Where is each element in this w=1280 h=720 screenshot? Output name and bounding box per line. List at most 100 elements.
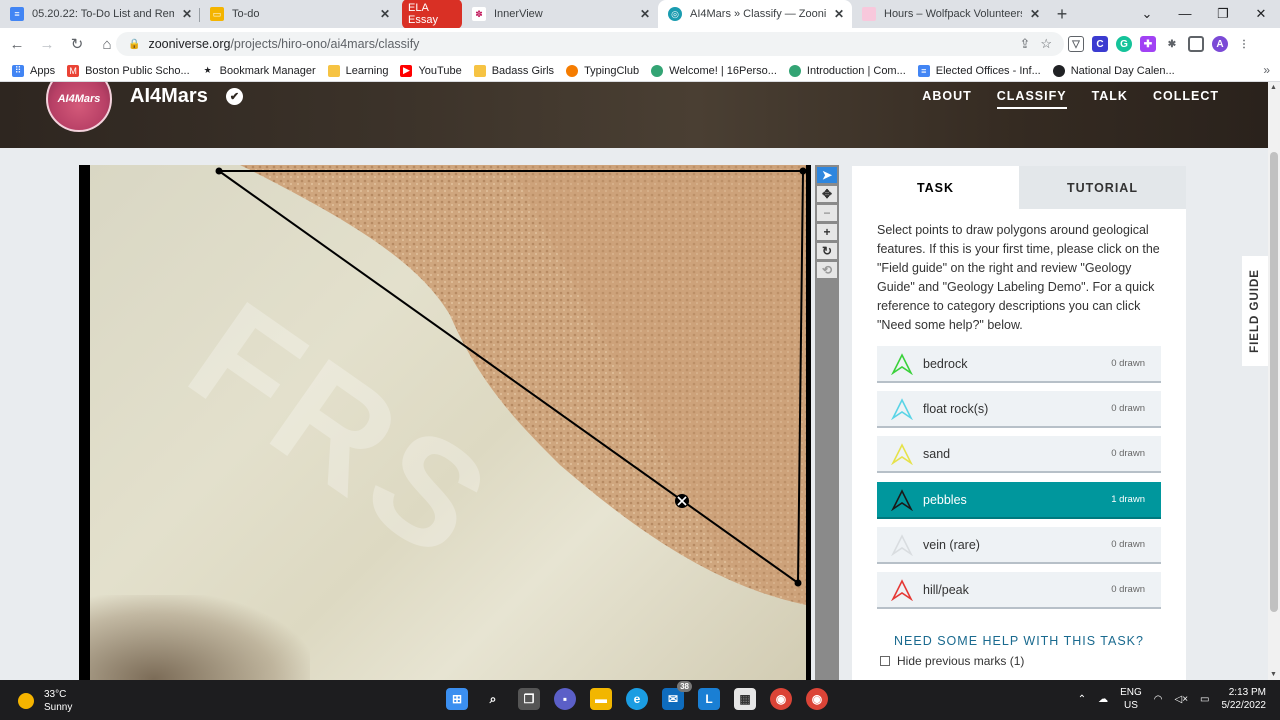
zoom-in-icon[interactable]: +	[817, 224, 837, 240]
bookmark-learning[interactable]: Learning	[327, 64, 388, 77]
search-icon[interactable]: ⌕	[482, 688, 504, 710]
subject-viewer[interactable]: FRS	[79, 165, 811, 680]
tool-hill-peak[interactable]: hill/peak 0 drawn	[877, 572, 1161, 609]
pointer-icon[interactable]: ➤	[817, 167, 837, 183]
folder-icon	[327, 64, 340, 77]
close-tab-icon[interactable]: ✕	[640, 7, 650, 21]
reload-icon[interactable]: ↻	[64, 35, 90, 53]
clock[interactable]: 2:13 PM 5/22/2022	[1222, 686, 1267, 712]
task-view-icon[interactable]: ❐	[518, 688, 540, 710]
wifi-icon[interactable]: ◠	[1154, 694, 1163, 705]
browser-tab-ai4mars[interactable]: ◎ AI4Mars » Classify — Zooniverse ✕	[658, 0, 852, 28]
nav-about[interactable]: ABOUT	[922, 89, 971, 109]
tool-float-rocks[interactable]: float rock(s) 0 drawn	[877, 391, 1161, 428]
tab-group-ela-essay[interactable]: ELA Essay	[398, 0, 462, 29]
page-scrollbar[interactable]: ▲ ▼	[1268, 82, 1280, 680]
tab-task[interactable]: TASK	[852, 166, 1019, 209]
tool-count: 0 drawn	[1111, 539, 1145, 550]
close-tab-icon[interactable]: ✕	[182, 7, 192, 21]
nav-collect[interactable]: COLLECT	[1153, 89, 1219, 109]
forward-icon[interactable]: →	[34, 36, 60, 53]
share-icon[interactable]: ⇪	[1019, 36, 1030, 52]
more-bookmarks-icon[interactable]: »	[1263, 63, 1270, 77]
tool-pebbles[interactable]: pebbles 1 drawn	[877, 482, 1161, 519]
cloud-icon[interactable]: ☁	[1098, 694, 1108, 705]
move-icon[interactable]: ✥	[817, 186, 837, 202]
close-tab-icon[interactable]: ✕	[834, 7, 844, 21]
tool-sand[interactable]: sand 0 drawn	[877, 436, 1161, 473]
bookmark-typingclub[interactable]: TypingClub	[566, 64, 639, 77]
polygon-vertex[interactable]	[799, 167, 807, 175]
back-icon[interactable]: ←	[4, 36, 30, 53]
lock-icon[interactable]: 🔒	[128, 39, 140, 50]
chrome-profile-icon[interactable]: ◉	[806, 688, 828, 710]
windows-start-icon[interactable]: ⊞	[446, 688, 468, 710]
field-guide-button[interactable]: FIELD GUIDE	[1242, 256, 1268, 366]
bookmark-youtube[interactable]: ▶ YouTube	[400, 64, 462, 77]
browser-tab-innerview[interactable]: ✽ InnerView ✕	[462, 0, 658, 28]
file-explorer-icon[interactable]: ▬	[590, 688, 612, 710]
tab-search-icon[interactable]: ⌄	[1128, 0, 1166, 28]
bookmark-16personalities[interactable]: Welcome! | 16Perso...	[651, 64, 777, 77]
tab-tutorial[interactable]: TUTORIAL	[1019, 166, 1186, 209]
side-panel-icon[interactable]	[1188, 36, 1204, 52]
volume-icon[interactable]: ◁×	[1175, 694, 1189, 705]
bookmark-boston-public[interactable]: M Boston Public Scho...	[67, 64, 190, 77]
scroll-up-icon[interactable]: ▲	[1270, 84, 1277, 91]
bookmark-national-day[interactable]: National Day Calen...	[1052, 64, 1175, 77]
l-app-icon[interactable]: L	[698, 688, 720, 710]
weather-widget[interactable]: 33°C Sunny	[18, 688, 72, 714]
profile-avatar[interactable]: A	[1212, 36, 1228, 52]
puzzle-extension-icon[interactable]: ✚	[1140, 36, 1156, 52]
chevron-up-icon[interactable]: ⌃	[1078, 694, 1086, 705]
mail-icon[interactable]: ✉ 38	[662, 681, 692, 710]
edge-icon[interactable]: e	[626, 688, 648, 710]
grammarly-icon[interactable]: G	[1116, 36, 1132, 52]
teams-chat-icon[interactable]: ▪	[554, 688, 576, 710]
nav-classify[interactable]: CLASSIFY	[996, 89, 1067, 109]
battery-icon[interactable]: ▭	[1200, 694, 1209, 705]
rotate-icon[interactable]: ↻	[817, 243, 837, 259]
need-help-link[interactable]: NEED SOME HELP WITH THIS TASK?	[852, 634, 1186, 648]
close-tab-icon[interactable]: ✕	[380, 7, 390, 21]
triangle-tool-icon	[891, 488, 913, 511]
scroll-down-icon[interactable]: ▼	[1270, 671, 1277, 678]
bookmark-elected-offices[interactable]: ≡ Elected Offices - Inf...	[917, 64, 1041, 77]
triangle-tool-icon	[891, 397, 913, 420]
shield-extension-icon[interactable]: ▽	[1068, 36, 1084, 52]
browser-tab-todo-list[interactable]: ≡ 05.20.22: To-Do List and Remind ✕	[0, 0, 200, 28]
project-title[interactable]: AI4Mars	[130, 85, 208, 108]
language-indicator[interactable]: ENG US	[1120, 686, 1142, 712]
store-icon[interactable]: ▦	[734, 688, 756, 710]
menu-kebab-icon[interactable]: ⋮	[1236, 36, 1252, 52]
bookmark-apps[interactable]: ⠿ Apps	[12, 64, 55, 77]
close-tab-icon[interactable]: ✕	[1030, 7, 1040, 21]
hide-marks-toggle[interactable]: Hide previous marks (1)	[880, 654, 1024, 668]
bookmark-star-icon[interactable]: ☆	[1040, 36, 1052, 52]
polygon-vertex[interactable]	[794, 579, 802, 587]
tool-vein[interactable]: vein (rare) 0 drawn	[877, 527, 1161, 564]
delete-mark-icon[interactable]	[675, 494, 689, 508]
scroll-thumb[interactable]	[1270, 152, 1278, 612]
project-logo[interactable]: AI4Mars	[46, 82, 112, 132]
bookmark-introduction[interactable]: Introduction | Com...	[788, 64, 906, 77]
bookmark-badass-girls[interactable]: Badass Girls	[473, 64, 554, 77]
address-bar[interactable]: 🔒 zooniverse.org/projects/hiro-ono/ai4ma…	[116, 32, 1064, 56]
nav-talk[interactable]: TALK	[1092, 89, 1128, 109]
drawn-polygon[interactable]	[79, 165, 811, 680]
browser-tab-wolfpack[interactable]: Hours – Wolfpack Volunteers ✕	[852, 0, 1048, 28]
polygon-vertex[interactable]	[215, 167, 223, 175]
new-tab-button[interactable]: +	[1048, 0, 1076, 28]
zoom-out-icon[interactable]: −	[817, 205, 837, 221]
chrome-icon[interactable]: ◉	[770, 688, 792, 710]
minimize-icon[interactable]: —	[1166, 0, 1204, 28]
reset-icon[interactable]: ⟲	[817, 262, 837, 278]
c-extension-icon[interactable]: C	[1092, 36, 1108, 52]
close-window-icon[interactable]: ✕	[1242, 0, 1280, 28]
tool-bedrock[interactable]: bedrock 0 drawn	[877, 346, 1161, 383]
extensions-icon[interactable]: ✱	[1164, 36, 1180, 52]
browser-tab-todo[interactable]: ▭ To-do ✕	[200, 0, 398, 28]
bookmark-manager[interactable]: ★ Bookmark Manager	[201, 64, 316, 77]
hide-marks-checkbox[interactable]	[880, 656, 890, 666]
maximize-icon[interactable]: ❐	[1204, 0, 1242, 28]
